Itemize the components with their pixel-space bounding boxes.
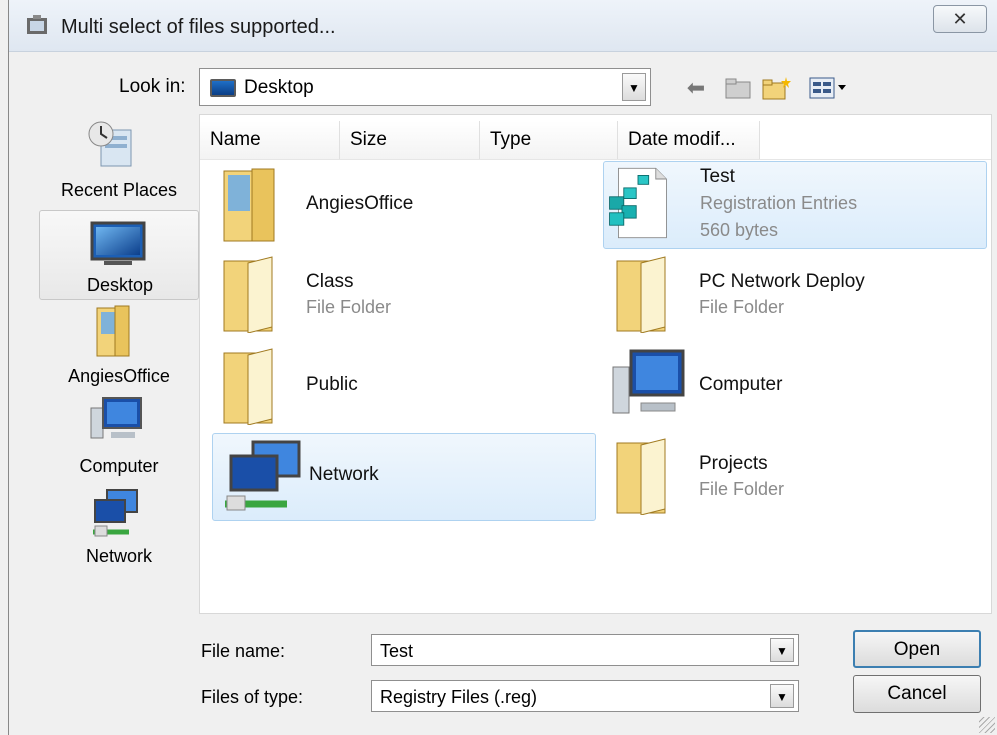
cancel-button[interactable]: Cancel — [853, 675, 981, 713]
place-label: Recent Places — [60, 180, 178, 200]
app-icon — [27, 15, 47, 34]
filename-value: Test — [380, 641, 414, 661]
file-item-network[interactable]: Network — [212, 433, 596, 521]
file-item-class[interactable]: Class File Folder — [210, 251, 594, 339]
filetype-label: Files of type: — [201, 687, 304, 707]
recent-places-icon — [88, 121, 132, 167]
place-computer[interactable]: Computer — [39, 394, 199, 484]
lookin-dropdown[interactable]: Desktop ▼ — [199, 68, 651, 106]
item-name: Test — [700, 166, 735, 187]
place-angiesoffice[interactable]: AngiesOffice — [39, 302, 199, 392]
computer-icon — [90, 397, 142, 439]
item-name: Computer — [699, 374, 783, 395]
filename-input[interactable]: Test ▼ — [371, 634, 799, 666]
up-folder-icon[interactable] — [721, 72, 755, 104]
title-bar[interactable]: Multi select of files supported... ✕ — [9, 0, 997, 52]
user-folder-icon — [223, 168, 275, 242]
filetype-value: Registry Files (.reg) — [380, 687, 538, 707]
file-item-computer[interactable]: Computer — [603, 343, 987, 431]
file-item-projects[interactable]: Projects File Folder — [603, 433, 987, 521]
place-label: Desktop — [86, 275, 154, 295]
folder-icon — [223, 256, 273, 333]
chevron-down-icon[interactable]: ▼ — [770, 638, 794, 662]
desktop-icon — [90, 221, 146, 265]
place-desktop[interactable]: Desktop — [39, 210, 199, 300]
lookin-value: Desktop — [244, 77, 314, 98]
place-network[interactable]: Network — [39, 486, 199, 576]
view-menu-icon[interactable] — [805, 72, 853, 104]
window-title: Multi select of files supported... — [61, 16, 336, 38]
resize-grip[interactable] — [979, 717, 995, 733]
back-arrow-icon[interactable]: ⬅ — [681, 72, 711, 104]
place-label: Network — [85, 546, 152, 566]
close-button[interactable]: ✕ — [933, 5, 987, 33]
item-type: Registration Entries — [700, 193, 858, 213]
filename-label: File name: — [201, 641, 286, 661]
places-bar: Recent Places Desktop AngiesOffice Compu… — [39, 112, 199, 612]
column-type[interactable]: Type — [480, 121, 618, 159]
item-name: AngiesOffice — [306, 193, 414, 214]
place-label: Computer — [79, 456, 159, 476]
item-name: Class — [306, 271, 354, 292]
item-name: Public — [306, 374, 358, 395]
folder-icon — [616, 438, 666, 515]
place-recent-places[interactable]: Recent Places — [39, 112, 199, 202]
header-divider — [200, 159, 991, 160]
folder-icon — [223, 348, 273, 425]
registry-file-icon — [609, 167, 667, 239]
network-icon — [225, 440, 301, 511]
item-name: Projects — [699, 453, 768, 474]
file-list[interactable]: Name Size Type Date modif... AngiesOffic… — [199, 114, 992, 614]
item-name: Network — [309, 464, 379, 485]
chevron-down-icon[interactable]: ▼ — [770, 684, 794, 708]
place-label: AngiesOffice — [68, 366, 170, 386]
desktop-icon — [210, 79, 236, 97]
open-file-dialog: Multi select of files supported... ✕ Loo… — [8, 0, 997, 735]
item-type: File Folder — [699, 297, 785, 317]
network-icon — [93, 489, 138, 537]
column-name[interactable]: Name — [200, 121, 340, 159]
lookin-label: Look in: — [119, 76, 186, 97]
column-size[interactable]: Size — [340, 121, 480, 159]
open-button[interactable]: Open — [853, 630, 981, 668]
file-item-test[interactable]: Test Registration Entries 560 bytes — [603, 161, 987, 249]
item-size: 560 bytes — [700, 220, 779, 240]
user-folder-icon — [96, 305, 130, 357]
computer-icon — [612, 349, 685, 414]
item-name: PC Network Deploy — [699, 271, 865, 292]
item-type: File Folder — [306, 297, 392, 317]
column-date-modified[interactable]: Date modif... — [618, 121, 760, 159]
chevron-down-icon[interactable]: ▼ — [622, 73, 646, 101]
file-item-angiesoffice[interactable]: AngiesOffice — [210, 161, 594, 249]
file-item-public[interactable]: Public — [210, 343, 594, 431]
item-type: File Folder — [699, 479, 785, 499]
file-item-pc-network-deploy[interactable]: PC Network Deploy File Folder — [603, 251, 987, 339]
filetype-select[interactable]: Registry Files (.reg) ▼ — [371, 680, 799, 712]
new-folder-icon[interactable] — [759, 72, 795, 104]
folder-icon — [616, 256, 666, 333]
